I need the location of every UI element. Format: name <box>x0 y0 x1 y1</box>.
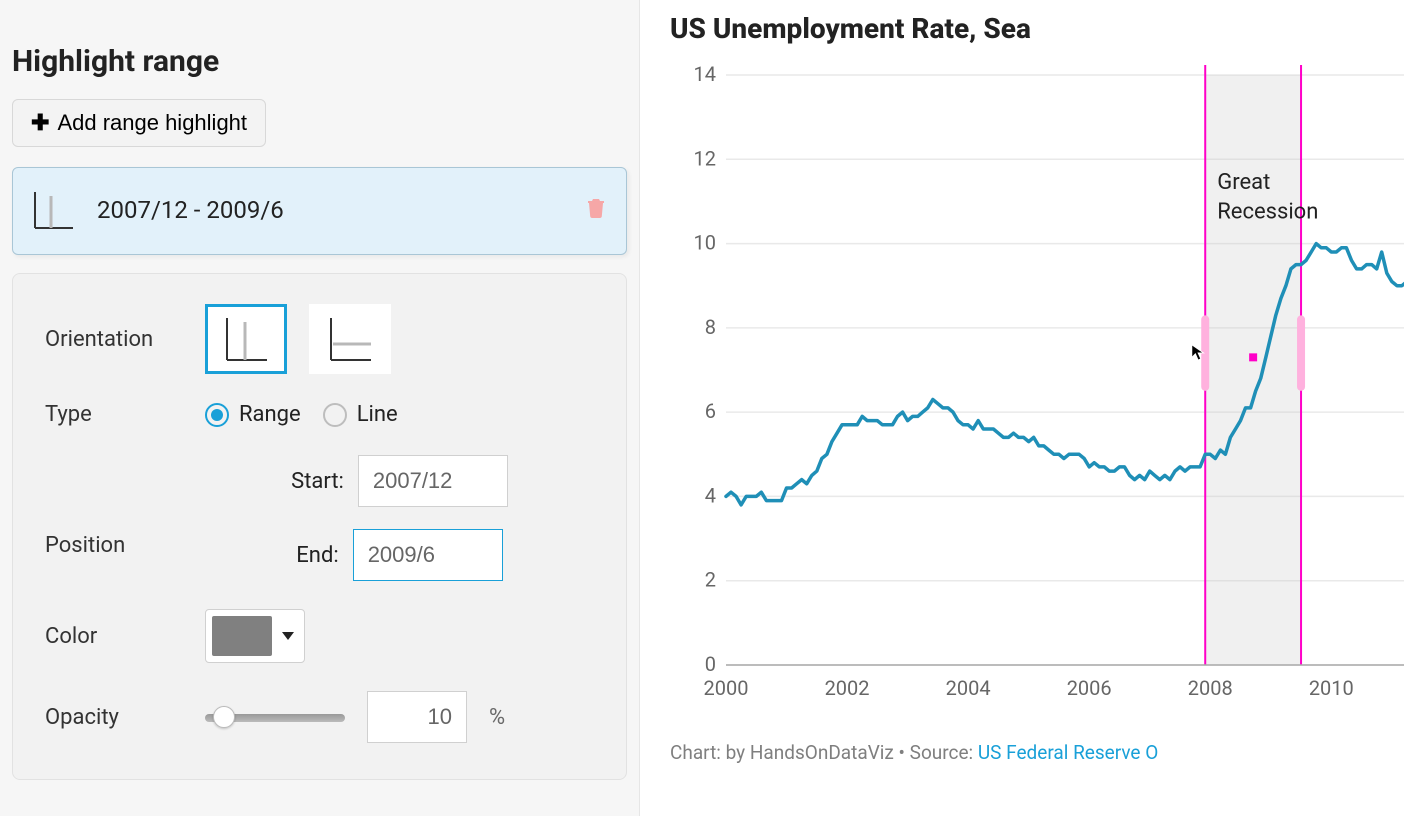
add-range-highlight-button[interactable]: ✚ Add range highlight <box>12 99 266 147</box>
highlight-range-item[interactable]: 2007/12 - 2009/6 <box>12 167 627 255</box>
opacity-unit: % <box>489 705 505 730</box>
orientation-horizontal-option[interactable] <box>309 304 391 374</box>
type-line-radio[interactable]: Line <box>323 402 398 427</box>
opacity-input[interactable] <box>367 691 467 743</box>
svg-text:2006: 2006 <box>1067 676 1112 700</box>
chart-svg[interactable]: 0 2 4 6 8 10 12 14 2000 2002 2004 2006 2008 2010 Great… <box>670 65 1404 715</box>
type-line-label: Line <box>357 402 398 427</box>
svg-text:2004: 2004 <box>946 676 991 700</box>
svg-text:2002: 2002 <box>825 676 870 700</box>
credit-prefix: Chart: by HandsOnDataViz • Source: <box>670 741 978 764</box>
svg-text:Recession: Recession <box>1217 199 1318 224</box>
svg-text:14: 14 <box>694 65 716 86</box>
slider-thumb[interactable] <box>213 706 235 728</box>
highlight-range-label: 2007/12 - 2009/6 <box>97 196 284 224</box>
type-range-radio[interactable]: Range <box>205 402 301 427</box>
add-button-label: Add range highlight <box>57 110 247 136</box>
plus-icon: ✚ <box>31 110 49 136</box>
svg-text:2000: 2000 <box>704 676 749 700</box>
radio-unchecked-icon <box>323 403 347 427</box>
radio-checked-icon <box>205 403 229 427</box>
svg-text:0: 0 <box>705 652 716 676</box>
section-title: Highlight range <box>12 44 627 79</box>
svg-text:2008: 2008 <box>1188 676 1233 700</box>
sidebar: Highlight range ✚ Add range highlight 20… <box>0 0 640 816</box>
svg-text:2: 2 <box>705 568 716 592</box>
type-range-label: Range <box>239 402 301 427</box>
svg-text:2010: 2010 <box>1309 676 1354 700</box>
type-label: Type <box>45 402 205 427</box>
position-label: Position <box>45 455 205 558</box>
start-input[interactable] <box>358 455 508 507</box>
svg-text:Great: Great <box>1217 170 1270 195</box>
end-input[interactable] <box>353 529 503 581</box>
svg-text:6: 6 <box>705 399 716 423</box>
chart-plot-area: 0 2 4 6 8 10 12 14 2000 2002 2004 2006 2008 2010 Great… <box>670 65 1404 715</box>
opacity-label: Opacity <box>45 705 205 730</box>
color-swatch-icon <box>212 616 272 656</box>
chart-title: US Unemployment Rate, Sea <box>670 12 1404 45</box>
start-label: Start: <box>291 469 344 494</box>
opacity-slider[interactable] <box>205 712 345 722</box>
orientation-label: Orientation <box>45 327 205 352</box>
chart-credit: Chart: by HandsOnDataViz • Source: US Fe… <box>670 741 1404 764</box>
cursor-icon <box>1190 343 1208 361</box>
svg-text:12: 12 <box>694 146 716 170</box>
orientation-vertical-option[interactable] <box>205 304 287 374</box>
caret-down-icon <box>282 632 294 640</box>
end-label: End: <box>296 543 338 568</box>
svg-text:4: 4 <box>705 483 716 507</box>
range-vertical-mini-icon <box>31 188 77 232</box>
svg-text:8: 8 <box>705 315 716 339</box>
color-label: Color <box>45 624 205 649</box>
color-picker[interactable] <box>205 609 305 663</box>
highlight-settings-panel: Orientation Type Range Line <box>12 273 627 780</box>
svg-text:10: 10 <box>694 231 716 255</box>
chart-preview-panel: US Unemployment Rate, Sea 0 2 4 6 8 10 12 14 200… <box>640 0 1404 816</box>
delete-highlight-button[interactable] <box>584 196 608 224</box>
credit-source-link[interactable]: US Federal Reserve O <box>978 741 1158 764</box>
